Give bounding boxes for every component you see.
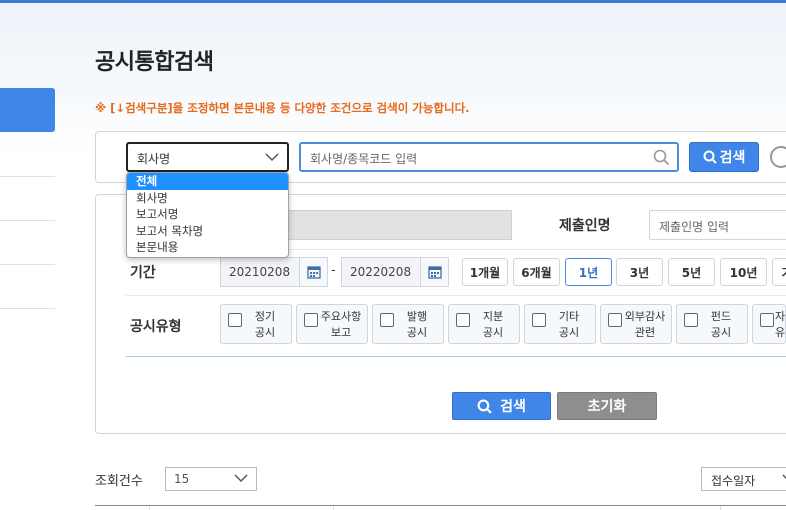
type-chip-issuance[interactable]: 발행공시 xyxy=(372,304,444,344)
dropdown-option-toc[interactable]: 보고서 목차명 xyxy=(127,223,288,240)
page-title: 공시통합검색 xyxy=(95,50,214,75)
dropdown-option-company[interactable]: 회사명 xyxy=(127,190,288,207)
submitter-input[interactable]: 제출인명 입력 xyxy=(649,210,786,240)
sort-select[interactable]: 접수일자 xyxy=(701,467,786,491)
search-type-value: 회사명 xyxy=(137,152,171,166)
period-1m-button[interactable]: 1개월 xyxy=(462,258,508,286)
date-from-input[interactable]: 20210208 xyxy=(220,257,328,287)
calendar-icon[interactable] xyxy=(420,258,448,286)
checkbox[interactable] xyxy=(532,313,546,327)
result-count-value: 15 xyxy=(174,472,190,486)
type-chip-line2: 유 xyxy=(775,326,786,339)
type-chip-fund[interactable]: 펀드공시 xyxy=(676,304,748,344)
checkbox[interactable] xyxy=(304,313,318,327)
checkbox[interactable] xyxy=(760,313,774,327)
search-button[interactable]: 검색 xyxy=(689,142,759,172)
checkbox[interactable] xyxy=(608,313,622,327)
dropdown-option-body[interactable]: 본문내용 xyxy=(127,239,288,256)
date-from-value: 20210208 xyxy=(229,265,291,279)
type-chip-line2: 공시 xyxy=(254,326,276,339)
results-table-header xyxy=(95,505,786,510)
period-5y-button[interactable]: 5년 xyxy=(668,258,715,286)
type-chip-line2: 공시 xyxy=(406,326,428,339)
search-notice: ※ [↓검색구분]을 조정하면 본문내용 등 다양한 조건으로 검색이 가능합니… xyxy=(95,101,470,115)
search-input-placeholder: 회사명/종목코드 입력 xyxy=(310,152,418,166)
search-input[interactable]: 회사명/종목코드 입력 xyxy=(299,142,679,172)
dropdown-option-all[interactable]: 전체 xyxy=(127,173,288,190)
type-chip-line1: 펀드 xyxy=(710,310,732,323)
search-type-select[interactable]: 회사명 xyxy=(126,142,289,172)
type-chip-major[interactable]: 주요사항보고 xyxy=(296,304,368,344)
type-chip-line1: 지분 xyxy=(482,310,504,323)
type-chip-line2: 공시 xyxy=(558,326,580,339)
sidebar-divider xyxy=(0,176,55,177)
result-count-select[interactable]: 15 xyxy=(165,467,257,491)
type-chip-line1: 발행 xyxy=(406,310,428,323)
row-divider xyxy=(126,295,786,296)
type-chip-line1: 주요사항 xyxy=(320,310,362,323)
type-chip-line1: 자 xyxy=(775,310,786,323)
period-10y-button[interactable]: 10년 xyxy=(720,258,767,286)
period-more-button[interactable]: 기 xyxy=(772,258,786,286)
sidebar-divider xyxy=(0,264,55,265)
sidebar-divider xyxy=(0,308,55,309)
dropdown-option-report[interactable]: 보고서명 xyxy=(127,206,288,223)
chevron-down-icon xyxy=(234,474,248,483)
search-icon[interactable] xyxy=(653,149,670,166)
type-chip-line2: 관련 xyxy=(634,326,656,339)
table-column-divider xyxy=(720,506,721,510)
chevron-down-icon xyxy=(265,153,279,162)
search-type-dropdown: 전체 회사명 보고서명 보고서 목차명 본문내용 xyxy=(126,172,289,258)
date-to-input[interactable]: 20220208 xyxy=(341,257,449,287)
disclosure-type-label: 공시유형 xyxy=(130,319,182,335)
type-chip-equity[interactable]: 지분공시 xyxy=(448,304,520,344)
submitter-label: 제출인명 xyxy=(559,218,611,234)
search-button-label: 검색 xyxy=(719,150,746,166)
sidebar-divider xyxy=(0,220,55,221)
type-chip-line2: 공시 xyxy=(482,326,504,339)
date-separator: - xyxy=(331,263,336,278)
search-icon xyxy=(477,399,492,414)
submitter-placeholder: 제출인명 입력 xyxy=(659,220,730,234)
type-chip-periodic[interactable]: 정기공시 xyxy=(220,304,292,344)
table-column-divider xyxy=(333,506,334,510)
reset-button[interactable]: 초기화 xyxy=(557,392,657,420)
filter-search-button[interactable]: 검색 xyxy=(452,392,551,420)
type-chip-line1: 기타 xyxy=(558,310,580,323)
period-6m-button[interactable]: 6개월 xyxy=(513,258,560,286)
type-chip-line2: 보고 xyxy=(330,326,352,339)
period-3y-button[interactable]: 3년 xyxy=(616,258,663,286)
type-chip-line1: 정기 xyxy=(254,310,276,323)
page: 공시통합검색 ※ [↓검색구분]을 조정하면 본문내용 등 다양한 조건으로 검… xyxy=(0,0,786,510)
table-column-divider xyxy=(149,506,150,510)
checkbox[interactable] xyxy=(456,313,470,327)
checkbox[interactable] xyxy=(380,313,394,327)
type-chip-line2: 공시 xyxy=(710,326,732,339)
type-chip-line1: 외부감사 xyxy=(624,310,666,323)
period-1y-button[interactable]: 1년 xyxy=(565,258,612,286)
type-chip-partial[interactable]: 자유 xyxy=(752,304,786,344)
chevron-down-icon xyxy=(782,474,786,480)
date-to-value: 20220208 xyxy=(350,265,412,279)
type-chip-other[interactable]: 기타공시 xyxy=(524,304,596,344)
checkbox[interactable] xyxy=(684,313,698,327)
calendar-icon[interactable] xyxy=(299,258,327,286)
result-count-label: 조회건수 xyxy=(95,474,143,489)
type-chip-audit[interactable]: 외부감사관련 xyxy=(600,304,672,344)
checkbox[interactable] xyxy=(228,313,242,327)
period-label: 기간 xyxy=(130,265,156,281)
row-divider xyxy=(126,356,786,357)
sidebar-active-item[interactable] xyxy=(0,88,55,132)
refresh-icon[interactable] xyxy=(770,146,786,168)
filter-search-label: 검색 xyxy=(500,399,526,415)
search-icon xyxy=(703,150,717,164)
sort-value: 접수일자 xyxy=(711,474,756,488)
